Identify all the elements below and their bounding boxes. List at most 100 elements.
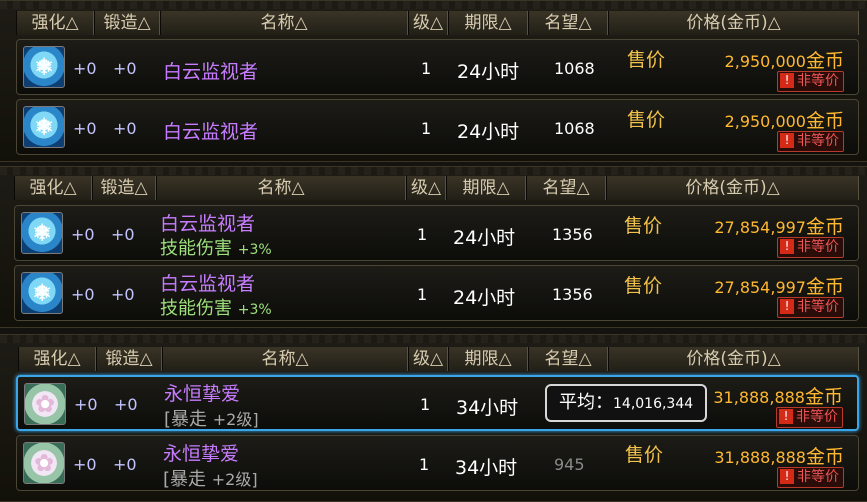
- non-equivalent-badge: ! 非等价: [777, 71, 844, 92]
- sell-label: 售价: [627, 49, 666, 71]
- effect-label: 技能伤害: [160, 238, 232, 259]
- forge-value: +0: [114, 395, 138, 414]
- col-name[interactable]: 名称△: [160, 11, 408, 35]
- table-header: 强化△ 锻造△ 名称△ 级△ 期限△ 名望△ 价格(金币)△: [0, 176, 867, 200]
- col-duration[interactable]: 期限△: [448, 347, 528, 371]
- non-equivalent-badge: ! 非等价: [777, 297, 844, 318]
- price-amount: 2,950,000: [724, 112, 806, 131]
- forge-value: +0: [113, 59, 137, 78]
- col-level[interactable]: 级△: [408, 347, 448, 371]
- col-forge[interactable]: 锻造△: [92, 176, 156, 200]
- ice-crystal-icon: ❄: [23, 106, 65, 148]
- table-row[interactable]: ❄ +0 +0 白云监视者 1 24小时 1068 售价 2,950,000金币…: [16, 99, 859, 155]
- tooltip-value: 14,016,344: [613, 396, 694, 412]
- table-row[interactable]: ✿ +0 +0 永恒挚爱 [暴走 +2级] 1 34小时 945 售价 31,8…: [16, 435, 859, 491]
- enhance-value: +0: [71, 225, 95, 244]
- level-value: 1: [420, 395, 431, 414]
- item-name: 永恒挚爱: [163, 443, 240, 465]
- col-fame[interactable]: 名望△: [528, 347, 608, 371]
- badge-label: 非等价: [797, 73, 839, 89]
- price-value: 2,950,000金币: [725, 106, 844, 133]
- item-name: 白云监视者: [163, 121, 259, 143]
- item-effect: [暴走 +2级]: [164, 405, 259, 431]
- enhance-value: +0: [71, 285, 95, 304]
- non-equivalent-badge: ! 非等价: [777, 237, 844, 258]
- col-duration[interactable]: 期限△: [446, 176, 526, 200]
- item-name: 白云监视者: [160, 213, 256, 235]
- item-effect: [暴走 +2级]: [163, 465, 258, 491]
- average-price-tooltip: 平均：14,016,344: [545, 384, 708, 422]
- level-value: 1: [421, 119, 432, 138]
- non-equivalent-badge: ! 非等价: [777, 467, 844, 488]
- price-amount: 31,888,888: [713, 388, 805, 407]
- currency-label: 金币: [805, 110, 844, 132]
- badge-label: 非等价: [797, 469, 839, 485]
- ice-crystal-icon: ❄: [21, 272, 63, 314]
- table-header: 强化△ 锻造△ 名称△ 级△ 期限△ 名望△ 价格(金币)△: [0, 347, 867, 371]
- item-effect: 技能伤害 +3%: [160, 234, 272, 260]
- ice-crystal-icon: ❄: [21, 212, 63, 254]
- col-enhance[interactable]: 强化△: [18, 347, 96, 371]
- price-amount: 31,888,888: [714, 448, 806, 467]
- col-price[interactable]: 价格(金币)△: [608, 11, 859, 35]
- enhance-value: +0: [73, 59, 97, 78]
- sell-label: 售价: [624, 275, 663, 297]
- warning-icon: !: [780, 299, 794, 314]
- price-value: 2,950,000金币: [725, 46, 844, 73]
- col-level[interactable]: 级△: [408, 11, 448, 35]
- col-enhance[interactable]: 强化△: [16, 11, 94, 35]
- col-enhance[interactable]: 强化△: [14, 176, 92, 200]
- table-header: 强化△ 锻造△ 名称△ 级△ 期限△ 名望△ 价格(金币)△: [0, 11, 867, 35]
- currency-label: 金币: [804, 386, 843, 408]
- table-row-selected[interactable]: ✿ +0 +0 永恒挚爱 [暴走 +2级] 1 34小时 售价 31,888,8…: [16, 375, 859, 431]
- effect-value: +2级]: [212, 410, 259, 429]
- col-fame[interactable]: 名望△: [526, 176, 606, 200]
- warning-icon: !: [780, 239, 794, 254]
- forge-value: +0: [113, 455, 137, 474]
- col-price[interactable]: 价格(金币)△: [606, 176, 859, 200]
- level-value: 1: [417, 285, 428, 304]
- table-row[interactable]: ❄ +0 +0 白云监视者 1 24小时 1068 售价 2,950,000金币…: [16, 39, 859, 95]
- non-equivalent-badge: ! 非等价: [776, 407, 843, 428]
- warning-icon: !: [780, 133, 794, 148]
- effect-label: 技能伤害: [160, 298, 232, 319]
- item-effect: 技能伤害 +3%: [160, 294, 272, 320]
- warning-icon: !: [780, 73, 794, 88]
- forge-value: +0: [113, 119, 137, 138]
- duration-value: 24小时: [453, 227, 516, 249]
- effect-value: +3%: [237, 242, 272, 258]
- effect-value: +2级]: [211, 470, 258, 489]
- enhance-value: +0: [74, 395, 98, 414]
- item-name: 白云监视者: [160, 273, 256, 295]
- duration-value: 24小时: [457, 121, 520, 143]
- forge-value: +0: [111, 225, 135, 244]
- enhance-value: +0: [73, 119, 97, 138]
- forge-value: +0: [111, 285, 135, 304]
- table-row[interactable]: ❄ +0 +0 白云监视者 技能伤害 +3% 1 24小时 1356 售价 27…: [14, 265, 859, 321]
- fame-value: 1068: [554, 119, 595, 138]
- price-value: 27,854,997金币: [714, 212, 844, 239]
- col-name[interactable]: 名称△: [162, 347, 408, 371]
- non-equivalent-badge: ! 非等价: [777, 131, 844, 152]
- sell-label: 售价: [627, 109, 666, 131]
- duration-value: 34小时: [456, 397, 519, 419]
- flower-icon: ✿: [24, 383, 66, 425]
- fame-value: 945: [554, 455, 585, 474]
- warning-icon: !: [779, 409, 793, 424]
- flower-icon: ✿: [23, 442, 65, 484]
- col-price[interactable]: 价格(金币)△: [608, 347, 859, 371]
- tooltip-label: 平均：: [559, 392, 613, 413]
- ice-crystal-icon: ❄: [23, 46, 65, 88]
- price-amount: 27,854,997: [714, 218, 806, 237]
- col-fame[interactable]: 名望△: [528, 11, 608, 35]
- col-name[interactable]: 名称△: [156, 176, 406, 200]
- col-level[interactable]: 级△: [406, 176, 446, 200]
- currency-label: 金币: [805, 216, 844, 238]
- col-forge[interactable]: 锻造△: [96, 347, 162, 371]
- col-duration[interactable]: 期限△: [448, 11, 528, 35]
- col-forge[interactable]: 锻造△: [94, 11, 160, 35]
- item-name: 白云监视者: [163, 61, 259, 83]
- table-row[interactable]: ❄ +0 +0 白云监视者 技能伤害 +3% 1 24小时 1356 售价 27…: [14, 205, 859, 261]
- level-value: 1: [419, 455, 430, 474]
- sell-label: 售价: [625, 444, 664, 466]
